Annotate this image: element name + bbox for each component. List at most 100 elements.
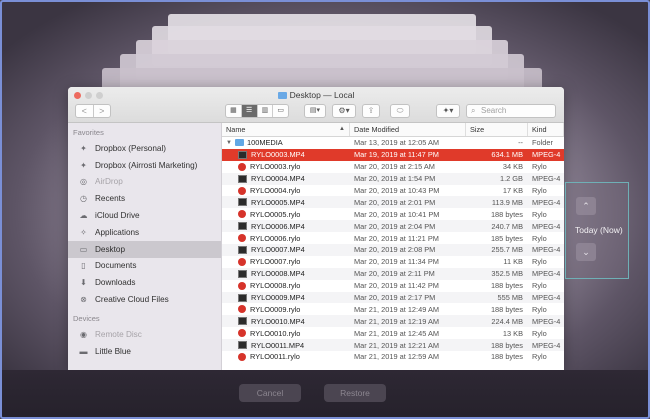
file-row[interactable]: RYLO0006.rylo Mar 20, 2019 at 11:21 PM 185… (222, 232, 564, 244)
file-size: 555 MB (497, 293, 523, 303)
file-row[interactable]: RYLO0007.MP4 Mar 20, 2019 at 2:08 PM 255.7… (222, 244, 564, 256)
file-row[interactable]: RYLO0003.MP4 Mar 19, 2019 at 11:47 PM 634.… (222, 148, 564, 161)
sidebar-item-icloud-drive[interactable]: ☁ iCloud Drive (68, 207, 221, 224)
file-row[interactable]: RYLO0009.MP4 Mar 20, 2019 at 2:17 PM 555 M… (222, 291, 564, 304)
dropbox-menu-button[interactable]: ✦▾ (436, 104, 460, 118)
column-date-header[interactable]: Date Modified (350, 123, 466, 136)
dropbox-icon: ✦ (80, 160, 87, 170)
gallery-view-button[interactable]: ▭ (273, 105, 288, 117)
file-size: 34 KB (502, 162, 523, 172)
file-kind: Rylo (532, 209, 547, 219)
file-kind: MPEG-4 (532, 174, 561, 184)
rylo-file-icon (238, 329, 246, 338)
column-header: Name ▲ Date Modified Size Kind (222, 123, 564, 137)
file-row[interactable]: RYLO0011.MP4 Mar 21, 2019 at 12:21 AM 188 … (222, 339, 564, 352)
file-date: Mar 19, 2019 at 11:47 PM (354, 150, 439, 160)
sidebar-item-label: Downloads (95, 278, 136, 288)
sidebar-item-desktop[interactable]: ▭ Desktop (68, 240, 221, 258)
sidebar-item-creative-cloud-files[interactable]: ⊗ Creative Cloud Files (68, 291, 221, 308)
dropbox-icon: ✦ (80, 143, 87, 153)
creative-cloud-icon: ⊗ (80, 295, 87, 305)
file-name: RYLO0008.rylo (250, 281, 301, 291)
restore-button[interactable]: Restore (324, 384, 386, 402)
file-row[interactable]: RYLO0004.rylo Mar 20, 2019 at 10:43 PM 17 … (222, 185, 564, 197)
file-date: Mar 20, 2019 at 2:01 PM (354, 197, 436, 207)
tag-button[interactable]: ⬭ (390, 104, 410, 118)
video-file-icon (238, 245, 247, 254)
file-row[interactable]: RYLO0006.MP4 Mar 20, 2019 at 2:04 PM 240.7… (222, 220, 564, 233)
sidebar-item-documents[interactable]: ▯ Documents (68, 258, 221, 275)
video-file-icon (238, 150, 247, 159)
disclosure-triangle-icon[interactable]: ▼ (226, 140, 235, 146)
sidebar-item-label: Creative Cloud Files (95, 295, 169, 305)
file-date: Mar 20, 2019 at 2:04 PM (354, 221, 436, 231)
column-view-button[interactable]: ▥ (258, 105, 274, 117)
icon-view-button[interactable]: ▦ (226, 105, 242, 117)
group-by-button[interactable]: ▤▾ (304, 104, 326, 118)
file-name: RYLO0004.MP4 (251, 174, 305, 184)
action-gear-button[interactable]: ⚙▾ (332, 104, 356, 118)
sidebar-item-label: Remote Disc (95, 329, 142, 339)
disc-icon: ◉ (80, 329, 87, 339)
file-size: 188 bytes (490, 304, 523, 314)
file-row[interactable]: RYLO0008.MP4 Mar 20, 2019 at 2:11 PM 352.5… (222, 267, 564, 280)
file-date: Mar 20, 2019 at 11:42 PM (354, 281, 439, 291)
file-size: 240.7 MB (491, 221, 523, 231)
file-date: Mar 21, 2019 at 12:21 AM (354, 340, 440, 350)
sidebar-item-little-blue[interactable]: ▬ Little Blue (68, 343, 221, 360)
list-view-button[interactable]: ☰ (241, 105, 258, 117)
file-date: Mar 20, 2019 at 10:41 PM (354, 209, 440, 219)
file-row[interactable]: RYLO0009.rylo Mar 21, 2019 at 12:49 AM 188… (222, 303, 564, 315)
file-date: Mar 20, 2019 at 1:54 PM (354, 174, 436, 184)
timeline-down-button[interactable]: ⌄ (576, 243, 596, 261)
file-size: 255.7 MB (491, 245, 523, 255)
sidebar-item-label: Dropbox (Airrosti Marketing) (95, 160, 198, 170)
file-row[interactable]: RYLO0008.rylo Mar 20, 2019 at 11:42 PM 188… (222, 280, 564, 292)
sidebar-item-label: Applications (95, 227, 140, 237)
search-input[interactable]: ⌕ Search (466, 104, 556, 118)
file-size: 17 KB (502, 186, 523, 195)
time-machine-screen: Desktop — Local < > ▦ ☰ ▥ ▭ ▤▾ ⚙▾ ⇪ ⬭ ✦▾… (0, 0, 650, 419)
file-kind: Rylo (532, 328, 547, 338)
sidebar-item-remote-disc[interactable]: ◉ Remote Disc (68, 326, 221, 343)
cancel-button[interactable]: Cancel (239, 384, 301, 402)
file-row[interactable]: RYLO0003.rylo Mar 20, 2019 at 2:15 AM 34 K… (222, 161, 564, 173)
column-size-header[interactable]: Size (466, 123, 528, 136)
back-button[interactable]: < (76, 105, 94, 117)
folder-row[interactable]: ▼ 100MEDIA Mar 13, 2019 at 12:05 AM -- F… (222, 137, 564, 149)
file-row[interactable]: RYLO0011.rylo Mar 21, 2019 at 12:59 AM 188… (222, 351, 564, 363)
sidebar-item-recents[interactable]: ◷ Recents (68, 190, 221, 207)
file-row[interactable]: RYLO0004.MP4 Mar 20, 2019 at 1:54 PM 1.2 G… (222, 172, 564, 185)
timeline-up-button[interactable]: ⌃ (576, 197, 596, 215)
file-size: 188 bytes (490, 209, 523, 219)
file-size: 185 bytes (490, 233, 523, 243)
column-kind-header[interactable]: Kind (528, 123, 564, 136)
file-date: Mar 21, 2019 at 12:19 AM (354, 316, 440, 326)
sidebar-item-dropbox-airrosti-marketing[interactable]: ✦ Dropbox (Airrosti Marketing) (68, 157, 221, 174)
sidebar-item-airdrop[interactable]: ◎ AirDrop (68, 174, 221, 191)
file-row[interactable]: RYLO0005.MP4 Mar 20, 2019 at 2:01 PM 113.9… (222, 196, 564, 209)
share-button[interactable]: ⇪ (362, 104, 380, 118)
file-name: RYLO0010.rylo (250, 328, 301, 338)
file-kind: MPEG-4 (532, 197, 561, 207)
file-kind: Rylo (532, 281, 547, 291)
file-row[interactable]: RYLO0010.MP4 Mar 21, 2019 at 12:19 AM 224.… (222, 315, 564, 328)
forward-button[interactable]: > (94, 105, 111, 117)
sidebar-item-downloads[interactable]: ⬇ Downloads (68, 274, 221, 291)
file-kind: Rylo (532, 233, 547, 243)
file-row[interactable]: RYLO0005.rylo Mar 20, 2019 at 10:41 PM 188… (222, 208, 564, 220)
sidebar-item-label: Little Blue (95, 346, 131, 356)
sidebar-item-dropbox-personal[interactable]: ✦ Dropbox (Personal) (68, 140, 221, 157)
column-name-header[interactable]: Name ▲ (222, 123, 350, 136)
file-name: RYLO0007.MP4 (251, 245, 305, 255)
file-name: RYLO0004.rylo (250, 186, 301, 195)
file-list: Name ▲ Date Modified Size Kind ▼ 100MEDIA… (222, 123, 564, 370)
file-name: RYLO0006.MP4 (251, 221, 305, 231)
file-kind: Rylo (532, 162, 547, 172)
file-row[interactable]: RYLO0010.rylo Mar 21, 2019 at 12:45 AM 13 … (222, 327, 564, 339)
sidebar-item-applications[interactable]: ✧ Applications (68, 224, 221, 241)
window-title: Desktop — Local (68, 90, 564, 100)
file-size: 352.5 MB (491, 269, 523, 279)
file-row[interactable]: RYLO0007.rylo Mar 20, 2019 at 11:34 PM 11 … (222, 256, 564, 268)
file-size: 224.4 MB (491, 316, 523, 326)
